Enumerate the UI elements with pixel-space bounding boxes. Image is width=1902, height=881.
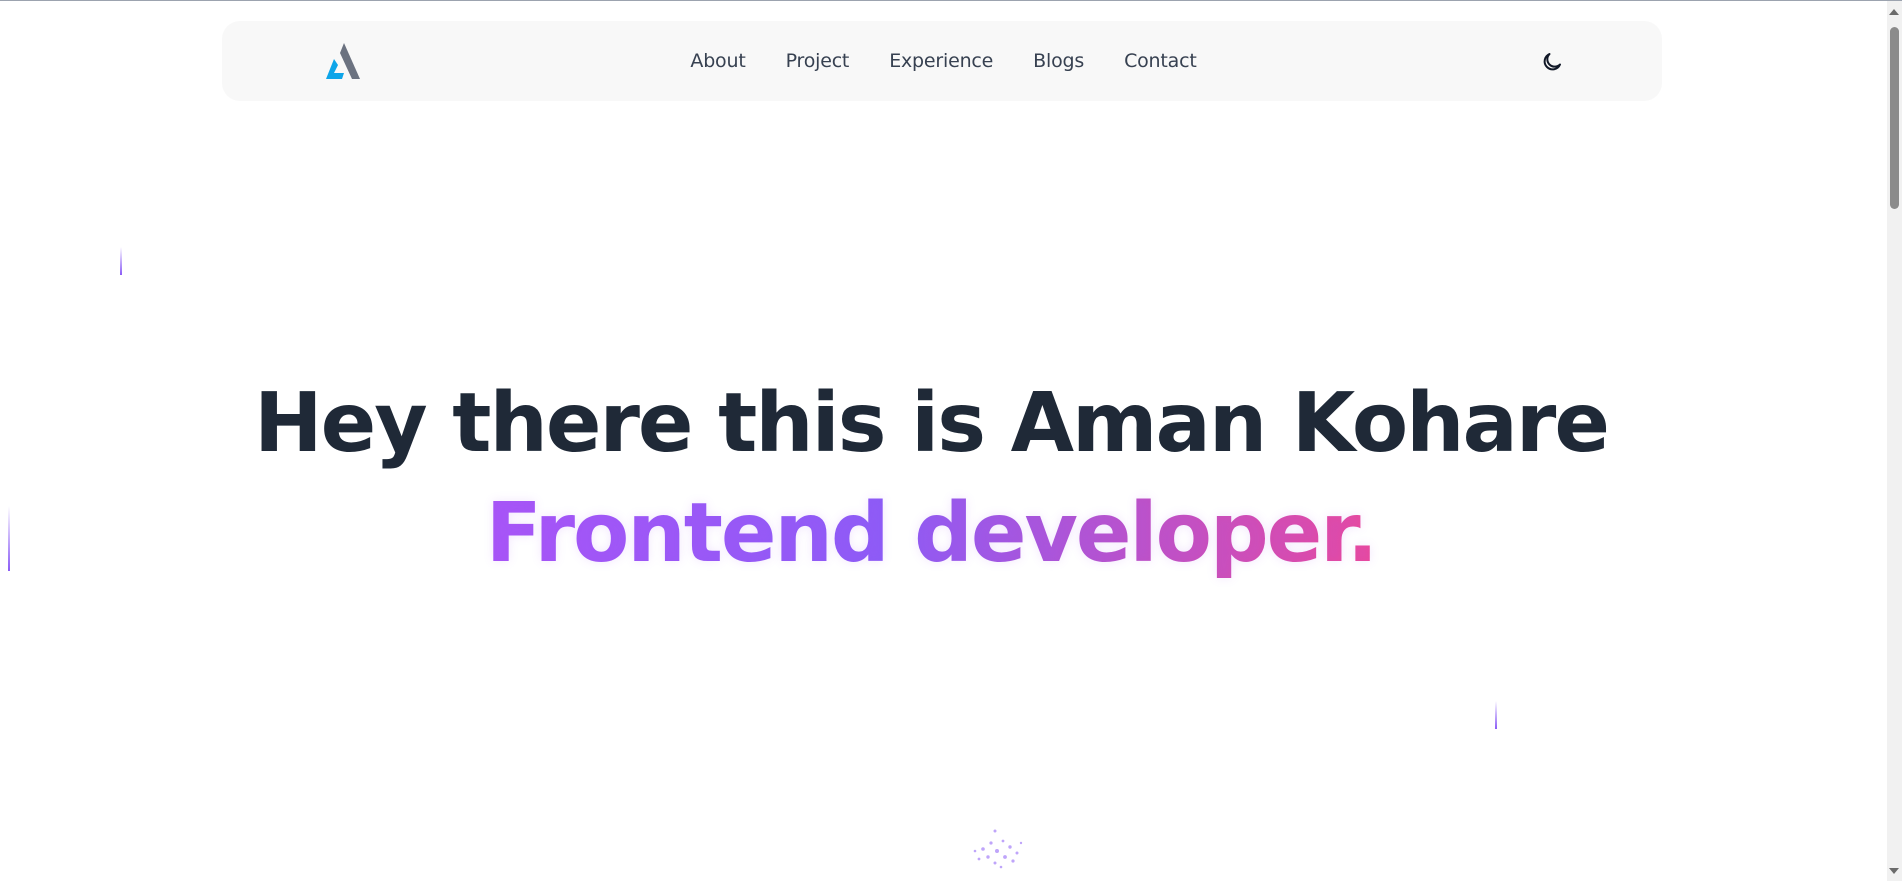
nav-link-project[interactable]: Project [786,50,850,72]
hero-section: Hey there this is Aman Kohare Frontend d… [0,369,1862,589]
navbar: About Project Experience Blogs Contact [222,21,1662,101]
nav-link-contact[interactable]: Contact [1124,50,1197,72]
particles-decoration [973,829,1023,869]
scroll-down-icon[interactable] [1889,868,1899,874]
vertical-scrollbar[interactable] [1887,1,1902,881]
nav-link-about[interactable]: About [690,50,745,72]
meteor-decoration [1495,701,1497,729]
scroll-up-icon[interactable] [1889,9,1899,15]
hero-title: Hey there this is Aman Kohare [254,376,1610,471]
meteor-decoration [8,506,10,571]
nav-link-experience[interactable]: Experience [889,50,993,72]
page: About Project Experience Blogs Contact H… [0,0,1902,881]
hero-subtitle: Frontend developer. [486,479,1378,589]
scrollbar-thumb[interactable] [1890,27,1899,209]
moon-icon[interactable] [1540,50,1564,74]
meteor-decoration [120,247,122,275]
nav-links: About Project Experience Blogs Contact [222,21,1662,101]
nav-link-blogs[interactable]: Blogs [1033,50,1084,72]
